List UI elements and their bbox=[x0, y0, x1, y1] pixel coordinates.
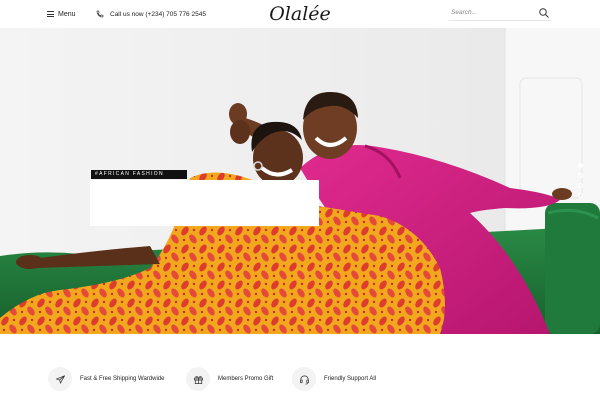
site-header: Menu Call us now (+234) 705 776 2545 Ola… bbox=[0, 0, 600, 28]
features-strip: Fast & Free Shipping Wardwide Members Pr… bbox=[0, 334, 600, 400]
headset-icon bbox=[299, 374, 309, 384]
menu-button[interactable]: Menu bbox=[47, 7, 76, 21]
slider-dot-3[interactable] bbox=[578, 183, 583, 188]
phone-icon bbox=[96, 10, 104, 18]
site-logo[interactable]: Olalée bbox=[262, 2, 338, 26]
search-box bbox=[449, 5, 551, 21]
feature-promo-gift: Members Promo Gift bbox=[186, 367, 273, 391]
gift-icon bbox=[193, 375, 203, 384]
search-icon[interactable] bbox=[538, 7, 550, 19]
feature-support: Friendly Support All bbox=[292, 367, 376, 391]
call-us-label: Call us now (+234) 705 776 2545 bbox=[110, 10, 206, 18]
feature-label: Friendly Support All bbox=[324, 376, 377, 382]
slider-dot-4[interactable] bbox=[578, 193, 583, 198]
plane-icon bbox=[55, 374, 65, 384]
feature-icon-wrap bbox=[292, 367, 316, 391]
menu-label: Menu bbox=[58, 10, 76, 18]
feature-shipping: Fast & Free Shipping Wardwide bbox=[48, 367, 164, 391]
search-input[interactable] bbox=[451, 6, 531, 19]
call-us-link[interactable]: Call us now (+234) 705 776 2545 bbox=[96, 7, 206, 21]
feature-label: Members Promo Gift bbox=[218, 376, 274, 382]
hero-caption-box bbox=[90, 180, 319, 226]
feature-icon-wrap bbox=[186, 367, 210, 391]
feature-label: Fast & Free Shipping Wardwide bbox=[80, 376, 165, 382]
feature-icon-wrap bbox=[48, 367, 72, 391]
menu-icon bbox=[47, 11, 54, 17]
hero-badge: #AFRICAN FASHION bbox=[91, 170, 187, 179]
slider-dot-2[interactable] bbox=[578, 173, 583, 178]
slider-dots bbox=[577, 163, 585, 201]
slider-dot-1[interactable] bbox=[578, 163, 583, 168]
hero-banner: #AFRICAN FASHION bbox=[0, 28, 600, 334]
